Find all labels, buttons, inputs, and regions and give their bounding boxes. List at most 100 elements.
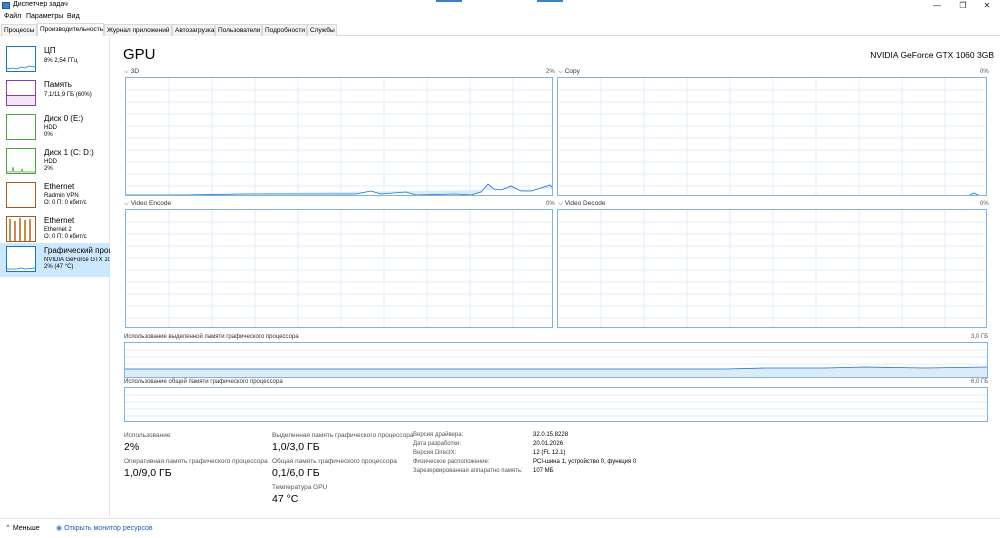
reserved-memory-value: 107 МБ — [533, 468, 554, 474]
sidebar-item-adapter: Ethernet 2 — [44, 227, 72, 233]
op-memory-label: Оперативная память графического процессо… — [124, 458, 268, 465]
directx-version-key: Версия DirectX: — [413, 450, 457, 456]
directx-version-value: 12 (FL 12.1) — [533, 450, 566, 456]
engine-3d-label[interactable]: ⌵ 3D — [124, 68, 139, 76]
open-resource-monitor-link[interactable]: ◉ Открыть монитор ресурсов — [56, 524, 153, 532]
engine-encode-label[interactable]: ⌵ Video Encode — [124, 200, 171, 208]
fewer-details-button[interactable]: ⌃ Меньше — [5, 524, 40, 532]
tab-users[interactable]: Пользователи — [215, 24, 262, 36]
shared-memory-stat-value: 0,1/6,0 ГБ — [272, 467, 320, 479]
reserved-memory-key: Зарезервированная аппаратно память: — [413, 468, 523, 474]
physical-location-key: Физическое расположение: — [413, 459, 490, 465]
engine-decode-graph — [557, 209, 987, 328]
footer: ⌃ Меньше ◉ Открыть монитор ресурсов — [0, 518, 1000, 538]
sidebar-item-ethernet-2[interactable]: Ethernet Ethernet 2 О: 0 П: 0 кбит/с — [0, 213, 110, 247]
window-title: Диспетчер задач — [13, 1, 68, 8]
menu-bar: Файл Параметры Вид — [0, 11, 1000, 23]
sidebar-item-title: Графический проц — [44, 246, 110, 255]
dedicated-memory-max: 3,0 ГБ — [971, 334, 989, 340]
chevron-up-icon: ⌃ — [5, 525, 13, 532]
dedicated-memory-label: Использование выделенной памяти графичес… — [124, 334, 299, 340]
engine-decode-label[interactable]: ⌵ Video Decode — [558, 200, 605, 208]
chevron-down-icon: ⌵ — [124, 68, 131, 75]
sidebar-item-title: Ethernet — [44, 182, 75, 191]
dedicated-memory-stat-label: Выделенная память графического процессор… — [272, 432, 414, 439]
title-bar: Диспетчер задач — ❐ ✕ — [0, 0, 1000, 11]
cpu-thumbnail — [6, 46, 36, 72]
sidebar-item-title: Ethernet — [44, 216, 75, 225]
title-accent — [537, 0, 563, 2]
engine-3d-graph — [125, 77, 553, 196]
driver-date-key: Дата разработки: — [413, 441, 462, 447]
op-memory-value: 1,0/9,0 ГБ — [124, 467, 172, 479]
sidebar-item-detail: О: 0 П: 0 кбит/с — [44, 200, 87, 206]
shared-memory-stat-label: Общая память графического процессора — [272, 458, 397, 465]
menu-options[interactable]: Параметры — [26, 13, 63, 20]
engine-encode-name: Video Encode — [130, 200, 172, 207]
title-accent — [436, 0, 462, 2]
menu-file[interactable]: Файл — [4, 13, 21, 20]
sidebar-item-detail: 8% 2,54 ГГц — [44, 58, 78, 64]
sidebar-item-detail: 2% — [44, 166, 53, 172]
engine-3d-name: 3D — [130, 68, 140, 75]
dedicated-memory-graph — [124, 342, 988, 378]
engine-copy-label[interactable]: ⌵ Copy — [558, 68, 580, 76]
shared-memory-max: 6,0 ГБ — [971, 379, 989, 385]
ethernet-thumbnail — [6, 182, 36, 208]
driver-version-value: 32.0.15.8228 — [533, 432, 569, 438]
sidebar-item-cpu[interactable]: ЦП 8% 2,54 ГГц — [0, 43, 110, 77]
resource-monitor-icon: ◉ — [56, 525, 65, 532]
sidebar-item-detail: О: 0 П: 0 кбит/с — [44, 234, 87, 240]
tab-processes[interactable]: Процессы — [1, 24, 37, 36]
task-manager-icon — [2, 2, 10, 9]
close-button[interactable]: ✕ — [974, 0, 1000, 11]
gpu-model: NVIDIA GeForce GTX 1060 3GB — [870, 50, 994, 60]
engine-encode-percent: 0% — [546, 201, 555, 207]
sidebar-item-detail: 7,1/11,9 ГБ (60%) — [44, 92, 92, 98]
gpu-temp-value: 47 °C — [272, 493, 299, 505]
sidebar-item-detail: 2% (47 °C) — [44, 264, 74, 270]
disk-thumbnail — [6, 114, 36, 140]
tab-startup[interactable]: Автозагрузка — [172, 24, 215, 36]
sidebar-item-title: Память — [44, 80, 72, 89]
tab-performance[interactable]: Производительность — [37, 23, 104, 36]
shared-memory-graph — [124, 387, 988, 422]
shared-memory-label: Использование общей памяти графического … — [124, 379, 283, 385]
sidebar-item-disk-0[interactable]: Диск 0 (E:) HDD 0% — [0, 111, 110, 145]
sidebar-item-memory[interactable]: Память 7,1/11,9 ГБ (60%) — [0, 77, 110, 111]
engine-copy-percent: 0% — [980, 69, 989, 75]
sidebar-item-ethernet-radmin[interactable]: Ethernet Radmin VPN О: 0 П: 0 кбит/с — [0, 179, 110, 213]
tab-details[interactable]: Подробности — [262, 24, 307, 36]
chevron-down-icon: ⌵ — [558, 68, 565, 75]
page-title: GPU — [123, 46, 156, 63]
gpu-thumbnail — [6, 246, 36, 272]
fewer-details-label: Меньше — [12, 525, 40, 532]
sidebar-item-type: HDD — [44, 159, 57, 165]
physical-location-value: PCI-шина 1, устройство 0, функция 0 — [533, 459, 637, 465]
driver-version-key: Версия драйвера: — [413, 432, 464, 438]
engine-copy-graph — [557, 77, 987, 196]
sidebar-item-adapter: Radmin VPN — [44, 193, 79, 199]
tab-app-history[interactable]: Журнал приложений — [104, 24, 172, 36]
gpu-temp-label: Температура GPU — [272, 484, 328, 491]
sidebar-item-adapter: NVIDIA GeForce GTX 1060 — [44, 257, 110, 263]
resource-monitor-label: Открыть монитор ресурсов — [64, 525, 153, 532]
memory-thumbnail — [6, 80, 36, 106]
maximize-button[interactable]: ❐ — [950, 0, 976, 11]
sidebar-item-title: Диск 0 (E:) — [44, 114, 84, 123]
ethernet-thumbnail — [6, 216, 36, 242]
sidebar-item-type: HDD — [44, 125, 57, 131]
tab-bar: Процессы Производительность Журнал прило… — [0, 23, 1000, 36]
usage-label: Использование — [124, 432, 171, 439]
chevron-down-icon: ⌵ — [124, 200, 131, 207]
resource-sidebar: ЦП 8% 2,54 ГГц Память 7,1/11,9 ГБ (60%) … — [0, 37, 110, 517]
sidebar-item-detail: 0% — [44, 132, 53, 138]
driver-date-value: 20.01.2026 — [533, 441, 564, 447]
engine-decode-percent: 0% — [980, 201, 989, 207]
minimize-button[interactable]: — — [924, 0, 950, 11]
sidebar-item-gpu[interactable]: Графический проц NVIDIA GeForce GTX 1060… — [0, 243, 110, 277]
tab-services[interactable]: Службы — [307, 24, 337, 36]
sidebar-item-disk-1[interactable]: Диск 1 (C: D:) HDD 2% — [0, 145, 110, 179]
usage-value: 2% — [124, 441, 140, 453]
menu-view[interactable]: Вид — [67, 13, 80, 20]
